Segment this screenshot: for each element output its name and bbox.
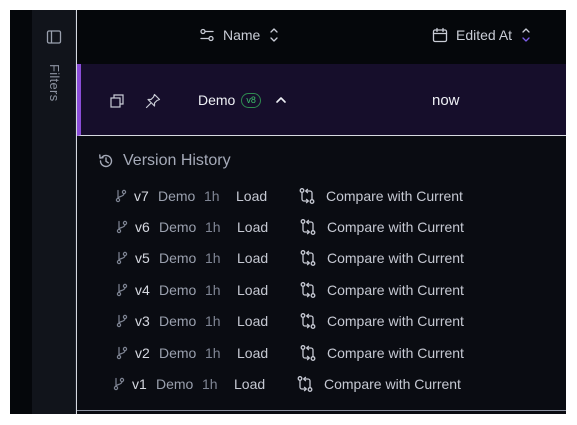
- load-button[interactable]: Load: [237, 219, 299, 235]
- load-button[interactable]: Load: [234, 376, 296, 392]
- load-button[interactable]: Load: [236, 188, 298, 204]
- compare-label: Compare with Current: [326, 188, 463, 204]
- version-name: Demo: [159, 282, 197, 298]
- main-panel: Name Edited At Demo v8 now Version Histo…: [76, 10, 566, 414]
- column-header-edited-at[interactable]: Edited At: [432, 25, 532, 45]
- row-name: Demo: [198, 92, 236, 108]
- version-number: v5: [135, 250, 150, 266]
- version-number: v1: [132, 376, 147, 392]
- sliders-icon: [199, 27, 215, 43]
- version-number: v6: [135, 219, 150, 235]
- version-name: Demo: [159, 219, 197, 235]
- compare-label: Compare with Current: [327, 282, 464, 298]
- version-entry: v5 Demo 1h Load Compare with Current: [115, 248, 464, 268]
- column-header-name[interactable]: Name: [199, 25, 280, 45]
- branch-icon: [115, 283, 135, 297]
- version-name: Demo: [156, 376, 194, 392]
- version-age: 1h: [204, 188, 220, 204]
- compare-icon: [299, 344, 317, 362]
- app-frame: Filters Name Edited At Demo v8 now Versi…: [10, 10, 566, 414]
- column-label-name: Name: [223, 27, 261, 43]
- load-button[interactable]: Load: [237, 313, 299, 329]
- version-age: 1h: [205, 313, 221, 329]
- compare-button[interactable]: Compare with Current: [299, 218, 464, 236]
- load-button[interactable]: Load: [237, 250, 299, 266]
- load-button[interactable]: Load: [237, 345, 299, 361]
- branch-icon: [115, 346, 135, 360]
- version-number: v2: [135, 345, 150, 361]
- version-entry: v2 Demo 1h Load Compare with Current: [115, 343, 464, 363]
- version-name: Demo: [158, 188, 196, 204]
- version-entry: v3 Demo 1h Load Compare with Current: [115, 311, 464, 331]
- version-history-heading: Version History: [98, 152, 231, 170]
- calendar-icon: [432, 27, 448, 43]
- row-edited-at: now: [432, 92, 460, 109]
- branch-icon: [112, 377, 132, 391]
- table-row[interactable]: Demo v8 now: [77, 64, 566, 136]
- compare-icon: [299, 312, 317, 330]
- version-age: 1h: [205, 282, 221, 298]
- load-button[interactable]: Load: [237, 282, 299, 298]
- version-number: v3: [135, 313, 150, 329]
- compare-icon: [296, 375, 314, 393]
- version-name: Demo: [159, 313, 197, 329]
- branch-icon: [115, 220, 135, 234]
- version-age: 1h: [202, 376, 218, 392]
- column-label-edited-at: Edited At: [456, 27, 513, 43]
- sidebar-toggle-icon[interactable]: [44, 27, 64, 47]
- branch-icon: [115, 314, 135, 328]
- branch-icon: [114, 189, 134, 203]
- compare-label: Compare with Current: [327, 313, 464, 329]
- version-number: v4: [135, 282, 150, 298]
- compare-label: Compare with Current: [327, 219, 464, 235]
- sort-updown-icon[interactable]: [268, 25, 280, 45]
- table-header: Name Edited At: [77, 10, 566, 64]
- compare-icon: [299, 281, 317, 299]
- version-entry: v4 Demo 1h Load Compare with Current: [115, 280, 464, 300]
- row-name-cell: Demo v8: [198, 92, 287, 108]
- compare-button[interactable]: Compare with Current: [299, 249, 464, 267]
- compare-label: Compare with Current: [327, 345, 464, 361]
- compare-icon: [298, 187, 316, 205]
- compare-label: Compare with Current: [324, 376, 461, 392]
- filters-sidebar: Filters: [32, 10, 76, 414]
- divider: [77, 410, 566, 411]
- version-age: 1h: [205, 219, 221, 235]
- version-age: 1h: [205, 345, 221, 361]
- compare-button[interactable]: Compare with Current: [299, 281, 464, 299]
- compare-icon: [299, 249, 317, 267]
- branch-icon: [115, 251, 135, 265]
- version-entry: v7 Demo 1h Load Compare with Current: [114, 186, 463, 206]
- compare-button[interactable]: Compare with Current: [299, 312, 464, 330]
- version-name: Demo: [159, 345, 197, 361]
- version-entry: v6 Demo 1h Load Compare with Current: [115, 217, 464, 237]
- compare-label: Compare with Current: [327, 250, 464, 266]
- compare-button[interactable]: Compare with Current: [298, 187, 463, 205]
- version-history-title: Version History: [123, 152, 231, 169]
- compare-icon: [299, 218, 317, 236]
- filters-label[interactable]: Filters: [46, 64, 62, 102]
- history-icon: [98, 153, 114, 169]
- duplicate-icon[interactable]: [108, 92, 126, 110]
- version-number: v7: [134, 188, 149, 204]
- left-edge-strip: [10, 10, 32, 414]
- chevron-up-icon[interactable]: [275, 94, 287, 106]
- pin-icon[interactable]: [144, 92, 162, 110]
- version-badge: v8: [241, 92, 261, 108]
- sort-updown-icon[interactable]: [520, 25, 532, 45]
- version-entry: v1 Demo 1h Load Compare with Current: [112, 374, 461, 394]
- compare-button[interactable]: Compare with Current: [296, 375, 461, 393]
- version-name: Demo: [159, 250, 197, 266]
- compare-button[interactable]: Compare with Current: [299, 344, 464, 362]
- version-age: 1h: [205, 250, 221, 266]
